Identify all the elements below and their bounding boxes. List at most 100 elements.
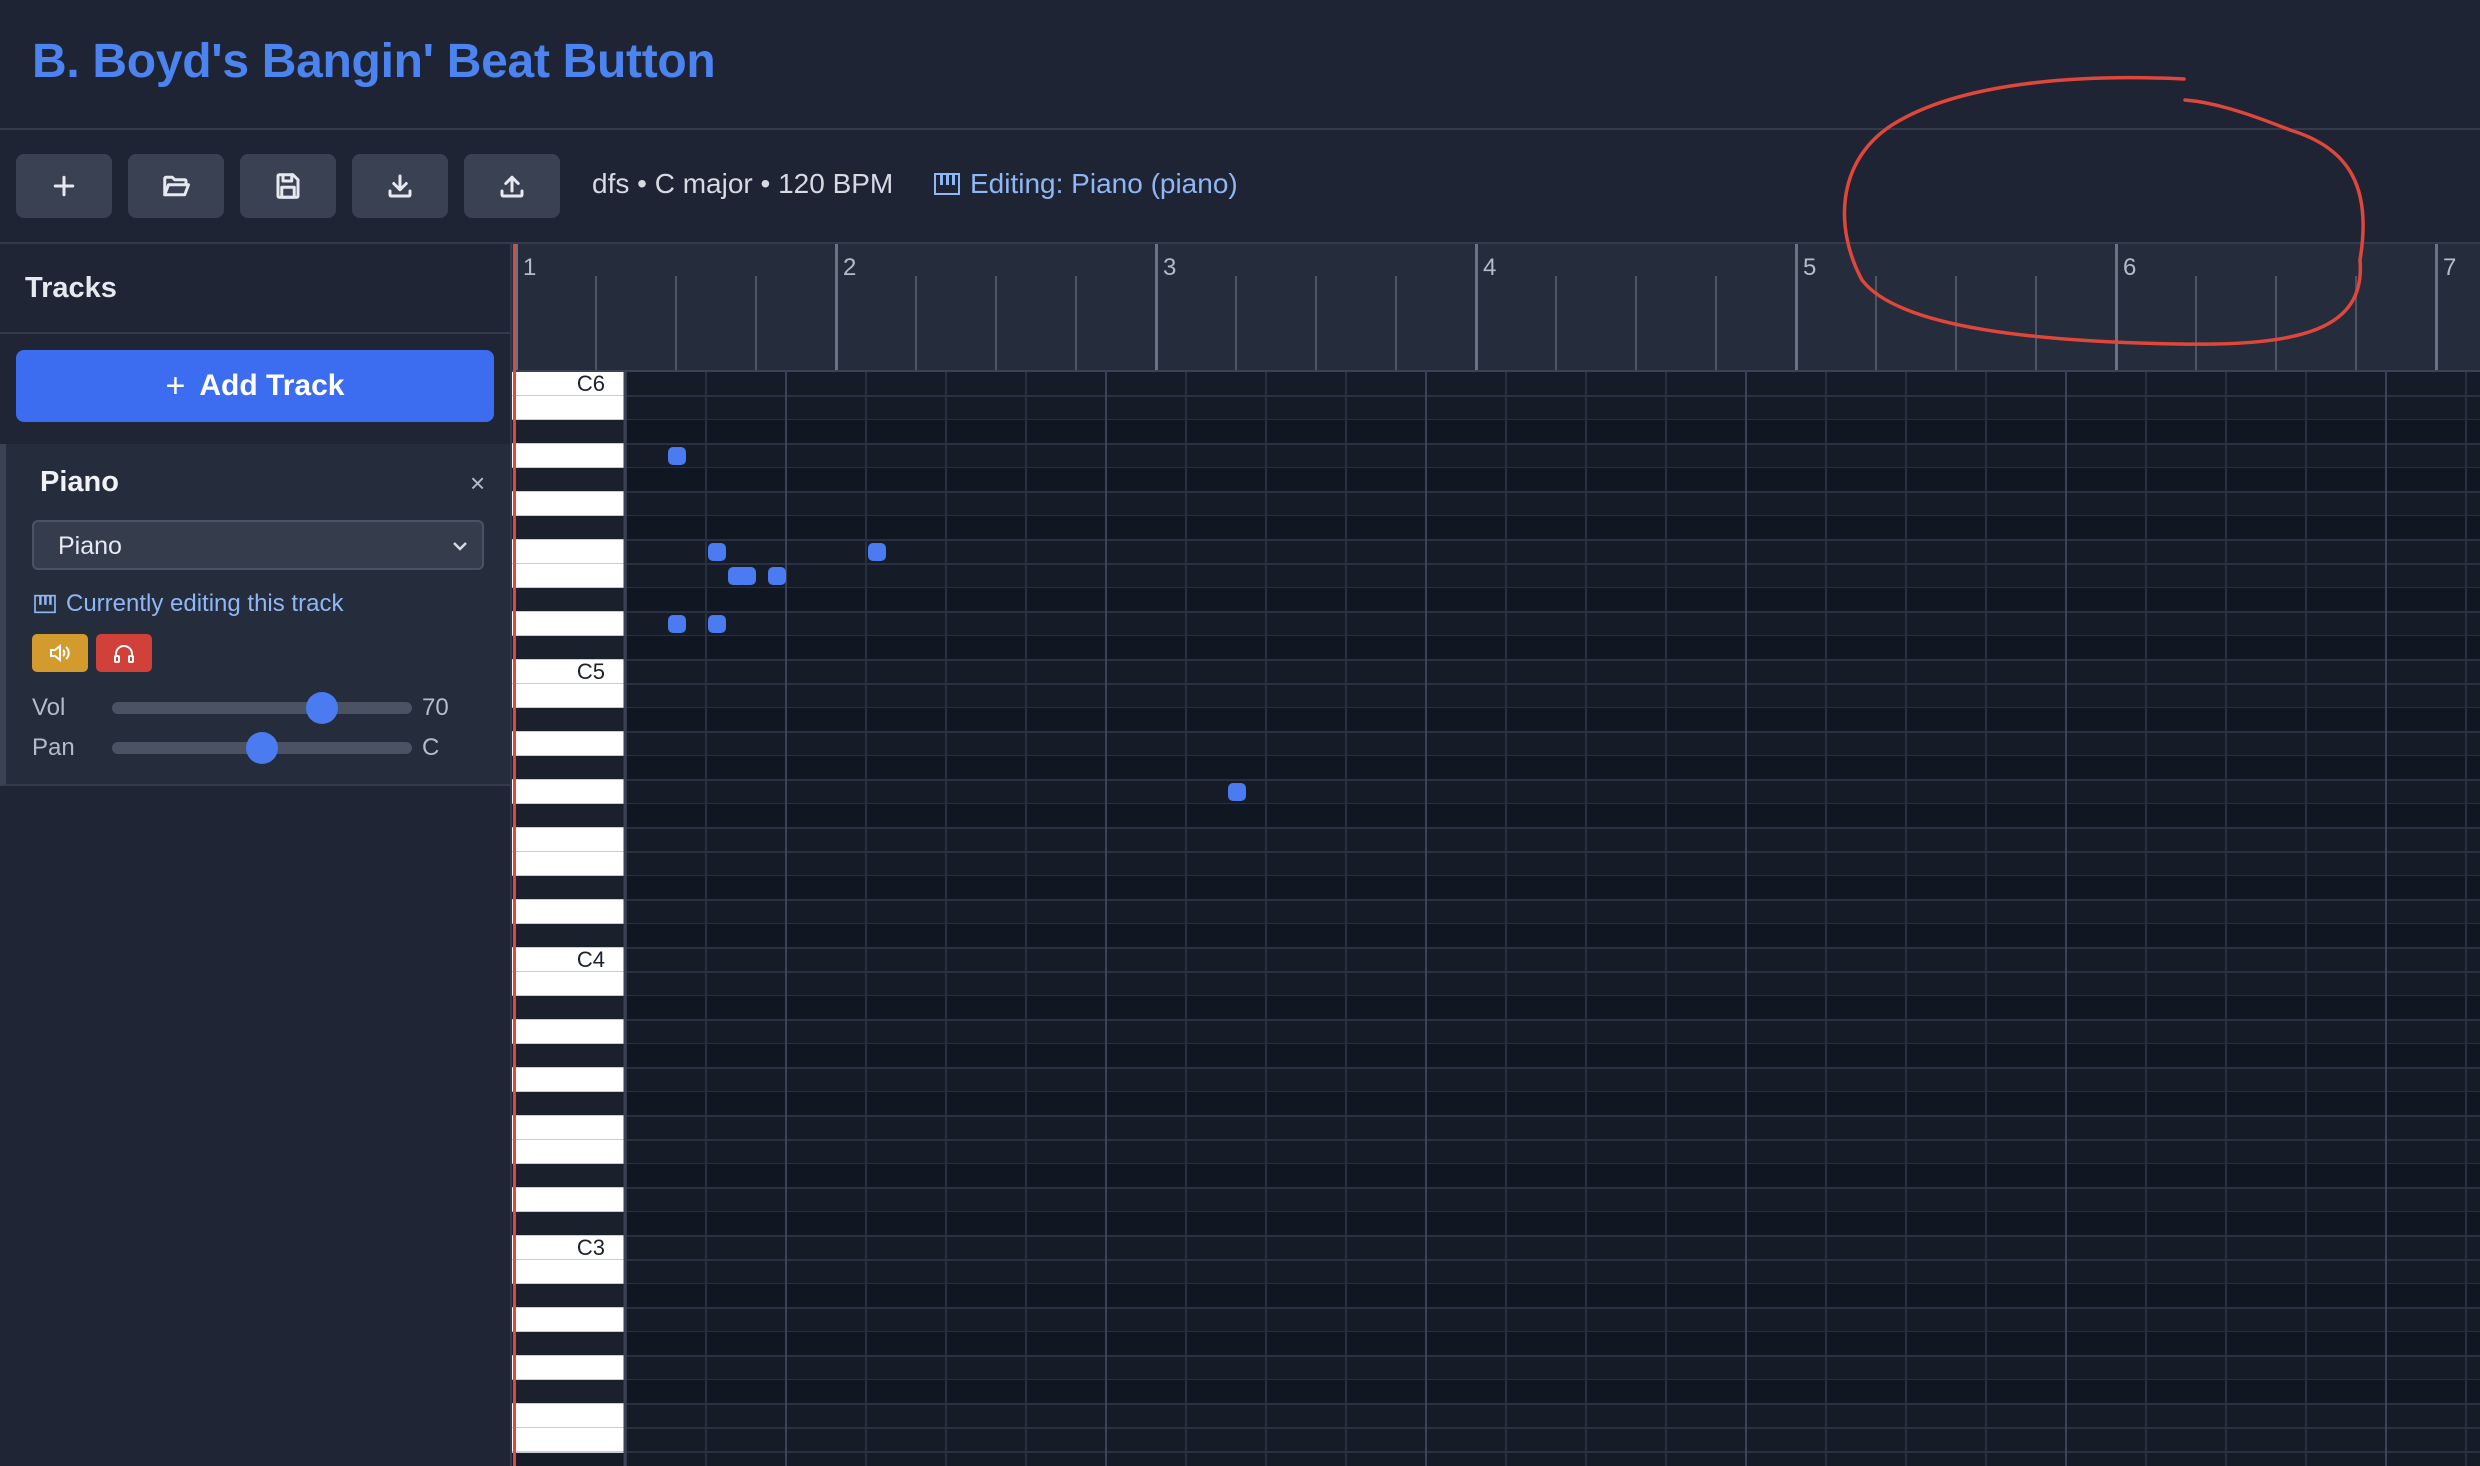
- white-key: [512, 1116, 624, 1140]
- white-key: [512, 732, 624, 756]
- new-project-button[interactable]: [16, 154, 112, 218]
- midi-note[interactable]: [708, 543, 726, 561]
- white-key: [512, 1068, 624, 1092]
- piano-roll-grid[interactable]: C6 C5 C4 C3: [512, 372, 2480, 1466]
- grid-row-shade: [626, 1044, 2480, 1068]
- volume-label: Vol: [32, 694, 66, 721]
- black-key: [512, 516, 624, 540]
- volume-value: 70: [422, 694, 449, 721]
- white-key: [512, 972, 624, 996]
- white-key: [512, 1308, 624, 1332]
- grid-row-shade: [626, 804, 2480, 828]
- pan-value: C: [422, 734, 440, 761]
- beat-tick: [1395, 276, 1397, 370]
- editing-status: Currently editing this track: [34, 590, 343, 618]
- upload-button[interactable]: [464, 154, 560, 218]
- volume-slider-thumb[interactable]: [306, 692, 338, 724]
- white-key: [512, 684, 624, 708]
- midi-note[interactable]: [668, 447, 686, 465]
- white-key: [512, 828, 624, 852]
- black-key: [512, 420, 624, 444]
- solo-button[interactable]: [96, 634, 152, 672]
- pan-slider-thumb[interactable]: [246, 732, 278, 764]
- playhead[interactable]: [513, 244, 516, 1466]
- midi-note[interactable]: [668, 615, 686, 633]
- volume-slider[interactable]: [112, 692, 412, 724]
- white-key: [512, 1404, 624, 1428]
- black-key: [512, 708, 624, 732]
- piano-roll[interactable]: C6 C5 C4 C3: [512, 372, 2480, 1466]
- white-key: [512, 1260, 624, 1284]
- midi-note[interactable]: [738, 567, 756, 585]
- save-project-button[interactable]: [240, 154, 336, 218]
- download-button[interactable]: [352, 154, 448, 218]
- white-key: [512, 540, 624, 564]
- piano-icon: [934, 173, 960, 195]
- open-project-button[interactable]: [128, 154, 224, 218]
- midi-note[interactable]: [1228, 783, 1246, 801]
- tracks-header: Tracks: [0, 244, 510, 334]
- editing-label: Editing: Piano (piano): [970, 168, 1238, 199]
- beat-tick: [2195, 276, 2197, 370]
- white-key: [512, 444, 624, 468]
- bar-line: [2115, 244, 2118, 370]
- upload-icon: [500, 175, 524, 198]
- song-info: dfs • C major • 120 BPM: [592, 168, 894, 199]
- white-key: [512, 372, 624, 396]
- beat-tick: [2275, 276, 2277, 370]
- bar-number: 7: [2443, 254, 2457, 281]
- pan-slider[interactable]: [112, 732, 412, 764]
- add-track-button[interactable]: + Add Track: [16, 350, 494, 422]
- black-key: [512, 1284, 624, 1308]
- bar-number: 4: [1483, 254, 1497, 281]
- beat-tick: [1875, 276, 1877, 370]
- beat-tick: [1955, 276, 1957, 370]
- beat-tick: [2035, 276, 2037, 370]
- octave-label: C3: [577, 1235, 605, 1260]
- white-key: [512, 1188, 624, 1212]
- grid-row-shade: [626, 708, 2480, 732]
- octave-label: C6: [577, 372, 605, 396]
- white-key: [512, 612, 624, 636]
- white-key: [512, 852, 624, 876]
- black-key: [512, 636, 624, 660]
- white-key: [512, 660, 624, 684]
- editing-indicator: Editing: Piano (piano): [934, 168, 1238, 200]
- mute-button[interactable]: [32, 634, 88, 672]
- beat-tick: [1315, 276, 1317, 370]
- beat-tick: [915, 276, 917, 370]
- instrument-select[interactable]: Piano: [32, 520, 484, 570]
- beat-tick: [1235, 276, 1237, 370]
- speaker-icon: [50, 643, 70, 663]
- midi-note[interactable]: [708, 615, 726, 633]
- add-track-label: Add Track: [199, 369, 345, 402]
- white-key: [512, 1236, 624, 1260]
- grid-row-shade: [626, 1380, 2480, 1404]
- black-key: [512, 1380, 624, 1404]
- white-key: [512, 492, 624, 516]
- beat-tick: [675, 276, 677, 370]
- download-icon: [388, 174, 412, 198]
- black-key: [512, 804, 624, 828]
- grid-row-shade: [626, 1212, 2480, 1236]
- bar-line: [835, 244, 838, 370]
- tracks-title: Tracks: [25, 272, 117, 304]
- beat-tick: [595, 276, 597, 370]
- beat-tick: [1635, 276, 1637, 370]
- beat-tick: [1715, 276, 1717, 370]
- black-key: [512, 468, 624, 492]
- track-card[interactable]: Piano × Piano Currently editing this tra…: [0, 444, 510, 786]
- app-header: B. Boyd's Bangin' Beat Button: [0, 0, 2480, 130]
- timeline-ruler[interactable]: 1 2 3 4 5 6 7: [512, 244, 2480, 372]
- midi-note[interactable]: [768, 567, 786, 585]
- track-name[interactable]: Piano: [40, 466, 119, 499]
- pan-label: Pan: [32, 734, 75, 761]
- grid-row-shade: [626, 420, 2480, 444]
- grid-row-shade: [626, 996, 2480, 1020]
- black-key: [512, 924, 624, 948]
- remove-track-button[interactable]: ×: [470, 468, 485, 499]
- midi-note[interactable]: [868, 543, 886, 561]
- grid-row-shade: [626, 516, 2480, 540]
- bar-number: 1: [523, 254, 537, 281]
- white-key: [512, 396, 624, 420]
